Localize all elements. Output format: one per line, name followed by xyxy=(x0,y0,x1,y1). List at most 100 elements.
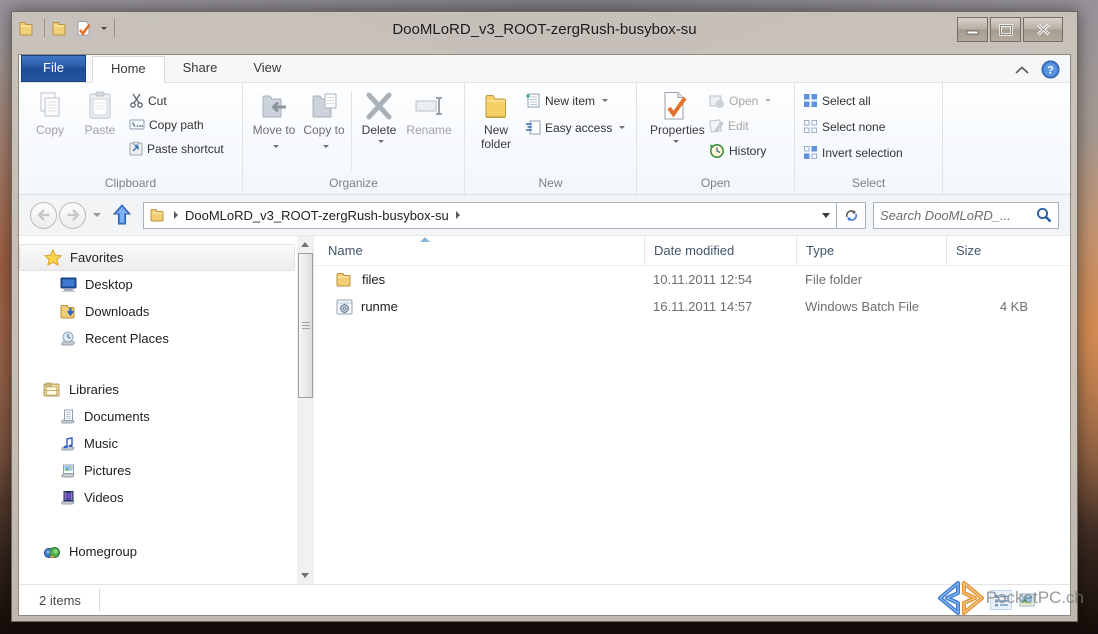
copy-button[interactable]: Copy xyxy=(25,87,75,174)
group-label-organize: Organize xyxy=(243,174,464,194)
select-none-button[interactable]: Select none xyxy=(803,117,903,136)
column-header-date-modified[interactable]: Date modified xyxy=(644,236,796,265)
group-label-new: New xyxy=(465,174,636,194)
cut-button[interactable]: Cut xyxy=(129,91,224,110)
refresh-button[interactable] xyxy=(837,202,866,229)
back-button[interactable] xyxy=(30,202,57,229)
breadcrumb-segment[interactable]: DooMLoRD_v3_ROOT-zergRush-busybox-su xyxy=(185,208,449,223)
scrollbar-thumb[interactable] xyxy=(298,253,313,398)
breadcrumb-chevron-icon[interactable] xyxy=(174,211,178,219)
address-dropdown-icon[interactable] xyxy=(822,213,830,218)
minimize-ribbon-icon[interactable] xyxy=(1015,66,1029,74)
address-folder-icon xyxy=(150,208,167,222)
copy-path-button[interactable]: Copy path xyxy=(129,115,224,134)
paste-button[interactable]: Paste xyxy=(75,87,125,174)
new-item-button[interactable]: New item xyxy=(525,91,625,110)
invert-selection-button[interactable]: Invert selection xyxy=(803,143,903,162)
sidebar-item-homegroup[interactable]: Homegroup xyxy=(19,538,297,565)
column-header-name[interactable]: Name xyxy=(314,236,644,265)
homegroup-icon xyxy=(43,544,61,560)
minimize-button[interactable] xyxy=(957,17,988,42)
ribbon-group-new: New folder New item Easy access New xyxy=(465,83,637,194)
recent-locations-icon[interactable] xyxy=(93,213,101,217)
videos-icon xyxy=(60,490,76,505)
scroll-down-icon[interactable] xyxy=(297,567,314,584)
explorer-window: DooMLoRD_v3_ROOT-zergRush-busybox-su Fil… xyxy=(11,11,1078,622)
history-button[interactable]: History xyxy=(709,141,771,160)
ribbon-group-organize: Move to Copy to Delete Rename xyxy=(243,83,465,194)
sidebar-item-videos[interactable]: Videos xyxy=(19,484,297,511)
address-bar[interactable]: DooMLoRD_v3_ROOT-zergRush-busybox-su xyxy=(143,202,837,229)
navigation-pane: Favorites Desktop Downloads Recent Place… xyxy=(19,236,297,584)
details-view-button[interactable] xyxy=(990,590,1012,610)
sidebar-item-favorites[interactable]: Favorites xyxy=(19,244,295,271)
pictures-icon xyxy=(60,463,76,478)
file-row-runme[interactable]: runme 16.11.2011 14:57 Windows Batch Fil… xyxy=(314,293,1070,320)
sidebar-scrollbar[interactable] xyxy=(297,236,314,584)
properties-button[interactable]: Properties xyxy=(643,87,705,174)
sidebar-item-downloads[interactable]: Downloads xyxy=(19,298,297,325)
copy-to-button[interactable]: Copy to xyxy=(299,87,349,174)
svg-text:?: ? xyxy=(1047,65,1054,77)
large-icons-view-button[interactable] xyxy=(1016,590,1038,610)
desktop-icon xyxy=(60,277,77,292)
batch-file-icon xyxy=(336,299,353,315)
move-to-icon xyxy=(258,90,290,122)
rename-button[interactable]: Rename xyxy=(404,87,454,174)
tab-view[interactable]: View xyxy=(235,56,299,82)
move-to-button[interactable]: Move to xyxy=(249,87,299,174)
help-icon[interactable]: ? xyxy=(1041,60,1060,79)
tab-home[interactable]: Home xyxy=(92,56,165,83)
file-row-files[interactable]: files 10.11.2011 12:54 File folder xyxy=(314,266,1070,293)
documents-icon xyxy=(60,409,76,424)
delete-button[interactable]: Delete xyxy=(354,87,404,174)
search-box[interactable] xyxy=(873,202,1059,229)
sidebar-item-libraries[interactable]: Libraries xyxy=(19,376,297,403)
rename-icon xyxy=(413,90,445,122)
group-label-clipboard: Clipboard xyxy=(19,174,242,194)
folder-icon xyxy=(336,272,354,287)
up-button[interactable] xyxy=(108,202,136,228)
column-header-size[interactable]: Size xyxy=(946,236,1038,265)
new-folder-icon xyxy=(480,90,512,122)
downloads-icon xyxy=(60,304,77,319)
scroll-up-icon[interactable] xyxy=(297,236,314,253)
sidebar-item-desktop[interactable]: Desktop xyxy=(19,271,297,298)
scrollbar-track[interactable] xyxy=(297,253,313,567)
new-folder-button[interactable]: New folder xyxy=(471,87,521,174)
close-button[interactable] xyxy=(1023,17,1063,42)
status-bar: 2 items Pocket xyxy=(19,584,1070,615)
copy-path-icon xyxy=(129,118,145,131)
star-icon xyxy=(44,249,62,266)
sidebar-item-documents[interactable]: Documents xyxy=(19,403,297,430)
ribbon-tab-row: File Home Share View ? xyxy=(19,55,1070,83)
delete-icon xyxy=(363,90,395,122)
forward-button[interactable] xyxy=(59,202,86,229)
invert-selection-icon xyxy=(803,145,818,160)
sidebar-item-music[interactable]: Music xyxy=(19,430,297,457)
paste-shortcut-button[interactable]: Paste shortcut xyxy=(129,139,224,158)
tab-file[interactable]: File xyxy=(21,55,86,82)
title-bar: DooMLoRD_v3_ROOT-zergRush-busybox-su xyxy=(12,12,1077,54)
breadcrumb-chevron-icon-2[interactable] xyxy=(456,211,460,219)
recent-places-icon xyxy=(60,331,77,346)
sort-ascending-icon xyxy=(420,237,430,242)
item-count: 2 items xyxy=(39,593,81,608)
column-header-type[interactable]: Type xyxy=(796,236,946,265)
ribbon-group-open: Properties Open Edit xyxy=(637,83,795,194)
search-input[interactable] xyxy=(880,208,1036,223)
history-icon xyxy=(709,143,725,159)
edit-button[interactable]: Edit xyxy=(709,116,771,135)
select-all-button[interactable]: Select all xyxy=(803,91,903,110)
new-item-icon xyxy=(525,93,541,108)
sidebar-item-pictures[interactable]: Pictures xyxy=(19,457,297,484)
open-button[interactable]: Open xyxy=(709,91,771,110)
easy-access-button[interactable]: Easy access xyxy=(525,118,625,137)
sidebar-item-recent-places[interactable]: Recent Places xyxy=(19,325,297,352)
search-icon[interactable] xyxy=(1036,207,1052,223)
tab-share[interactable]: Share xyxy=(165,56,236,82)
client-area: File Home Share View ? Copy xyxy=(18,54,1071,616)
paste-shortcut-icon xyxy=(129,141,143,156)
properties-icon xyxy=(658,90,690,122)
maximize-button[interactable] xyxy=(990,17,1021,42)
